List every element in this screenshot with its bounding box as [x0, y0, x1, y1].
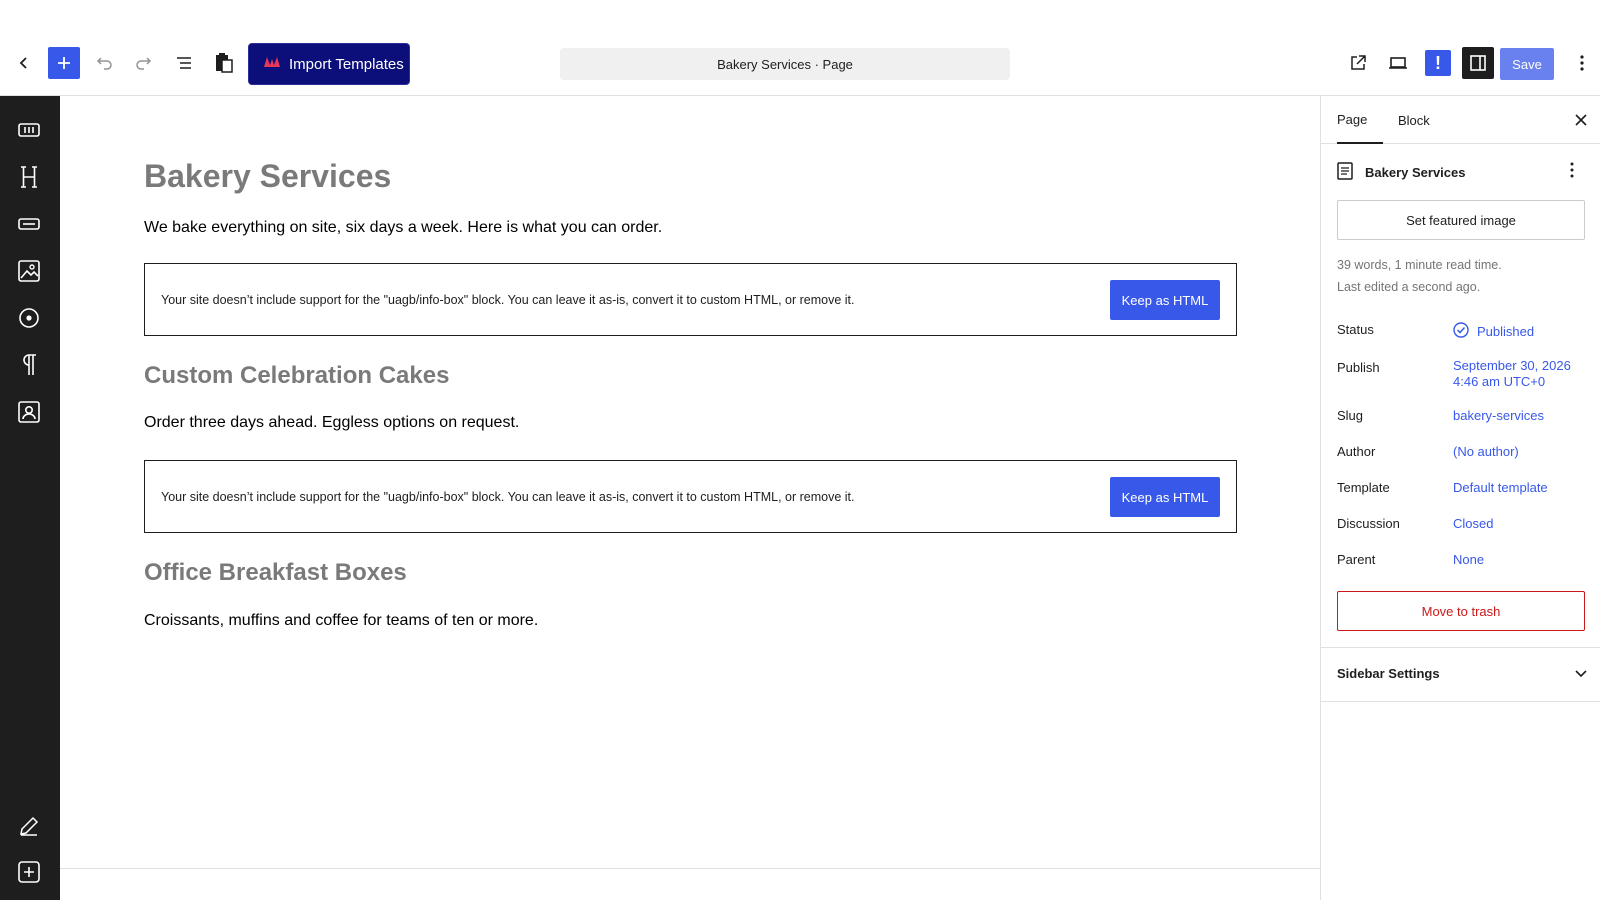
sidebar-tabs: Page Block	[1321, 96, 1600, 144]
button-block-icon[interactable]	[17, 212, 41, 236]
tab-block[interactable]: Block	[1398, 96, 1430, 144]
undo-icon[interactable]	[88, 47, 120, 79]
image-block-icon[interactable]	[17, 259, 41, 283]
profile-block-icon[interactable]	[17, 400, 41, 424]
settings-sidebar: Page Block Bakery Services Set featured …	[1320, 96, 1600, 900]
unsupported-block-warning: Your site doesn’t include support for th…	[144, 263, 1237, 336]
discussion-label: Discussion	[1337, 516, 1400, 531]
edit-pencil-icon[interactable]	[17, 814, 41, 838]
publish-label: Publish	[1337, 360, 1380, 375]
block-inserter-rail	[0, 96, 60, 900]
more-options-icon[interactable]	[1566, 47, 1598, 79]
discussion-value[interactable]: Closed	[1453, 516, 1493, 532]
page-document-icon	[1337, 161, 1353, 183]
parent-value[interactable]: None	[1453, 552, 1484, 568]
document-title-bar[interactable]: Bakery Services · Page	[560, 48, 1010, 80]
editor-toolbar: Import Templates Bakery Services · Page …	[0, 0, 1600, 96]
status-value[interactable]: Published	[1453, 322, 1534, 342]
tab-page-label: Page	[1337, 111, 1368, 127]
add-block-button[interactable]	[48, 47, 80, 79]
redo-icon[interactable]	[128, 47, 160, 79]
parent-label: Parent	[1337, 552, 1376, 567]
warning-text: Your site doesn’t include support for th…	[161, 292, 855, 307]
add-box-icon[interactable]	[17, 860, 41, 884]
document-title: Bakery Services	[1365, 164, 1466, 180]
panel-divider	[1321, 647, 1600, 648]
keep-as-html-button[interactable]: Keep as HTML	[1110, 280, 1220, 320]
heading-block-icon[interactable]	[17, 165, 41, 189]
published-check-icon	[1453, 322, 1469, 342]
unsupported-block-warning: Your site doesn’t include support for th…	[144, 460, 1237, 533]
yoast-seo-button[interactable]: !	[1425, 50, 1451, 76]
settings-sidebar-toggle[interactable]	[1462, 47, 1494, 79]
status-value-text: Published	[1477, 324, 1535, 339]
chevron-down-icon	[1575, 666, 1587, 681]
intro-paragraph[interactable]: We bake everything on site, six days a w…	[144, 219, 662, 237]
section-paragraph-breakfast[interactable]: Croissants, muffins and coffee for teams…	[144, 612, 538, 630]
publish-date: September 30, 2026	[1453, 358, 1571, 373]
back-icon[interactable]	[8, 47, 40, 79]
clipboard-icon[interactable]	[208, 47, 240, 79]
slug-value[interactable]: bakery-services	[1453, 408, 1544, 424]
slug-label: Slug	[1337, 408, 1364, 423]
move-to-trash-button[interactable]: Move to trash	[1337, 591, 1585, 631]
table-block-icon[interactable]	[17, 118, 41, 142]
import-templates-button[interactable]: Import Templates	[248, 43, 410, 85]
template-label: Template	[1337, 480, 1390, 495]
paragraph-block-icon[interactable]	[17, 353, 41, 377]
starter-templates-icon	[263, 55, 281, 73]
editor-footer-divider	[60, 868, 1320, 869]
import-templates-label: Import Templates	[289, 55, 404, 73]
author-label: Author	[1337, 444, 1376, 459]
section-heading-breakfast[interactable]: Office Breakfast Boxes	[144, 559, 407, 587]
template-value[interactable]: Default template	[1453, 480, 1548, 496]
save-button[interactable]: Save	[1500, 48, 1554, 80]
spinner-block-icon[interactable]	[17, 306, 41, 330]
section-paragraph-cakes[interactable]: Order three days ahead. Eggless options …	[144, 414, 519, 432]
document-overview-icon[interactable]	[168, 47, 200, 79]
warning-text: Your site doesn’t include support for th…	[161, 489, 855, 504]
preview-device-icon[interactable]	[1382, 47, 1414, 79]
author-value[interactable]: (No author)	[1453, 444, 1519, 460]
section-heading-cakes[interactable]: Custom Celebration Cakes	[144, 362, 449, 390]
view-page-icon[interactable]	[1342, 47, 1374, 79]
document-summary: Bakery Services	[1337, 160, 1587, 184]
close-icon[interactable]	[1571, 110, 1591, 130]
sidebar-settings-label: Sidebar Settings	[1337, 666, 1440, 681]
word-count: 39 words, 1 minute read time.	[1337, 258, 1502, 272]
publish-time: 4:46 am UTC+0	[1453, 374, 1546, 389]
editor-canvas[interactable]: Bakery Services We bake everything on si…	[60, 96, 1320, 868]
keep-as-html-button[interactable]: Keep as HTML	[1110, 477, 1220, 517]
document-actions-icon[interactable]	[1570, 162, 1574, 183]
publish-date-button[interactable]: September 30, 2026 4:46 am UTC+0	[1453, 358, 1571, 390]
panel-divider	[1321, 701, 1600, 702]
tab-page[interactable]: Page	[1337, 96, 1384, 144]
page-title[interactable]: Bakery Services	[144, 158, 391, 195]
sidebar-settings-toggle[interactable]: Sidebar Settings	[1337, 666, 1587, 681]
set-featured-image-button[interactable]: Set featured image	[1337, 200, 1585, 240]
last-edited: Last edited a second ago.	[1337, 280, 1481, 294]
status-label: Status	[1337, 322, 1374, 337]
